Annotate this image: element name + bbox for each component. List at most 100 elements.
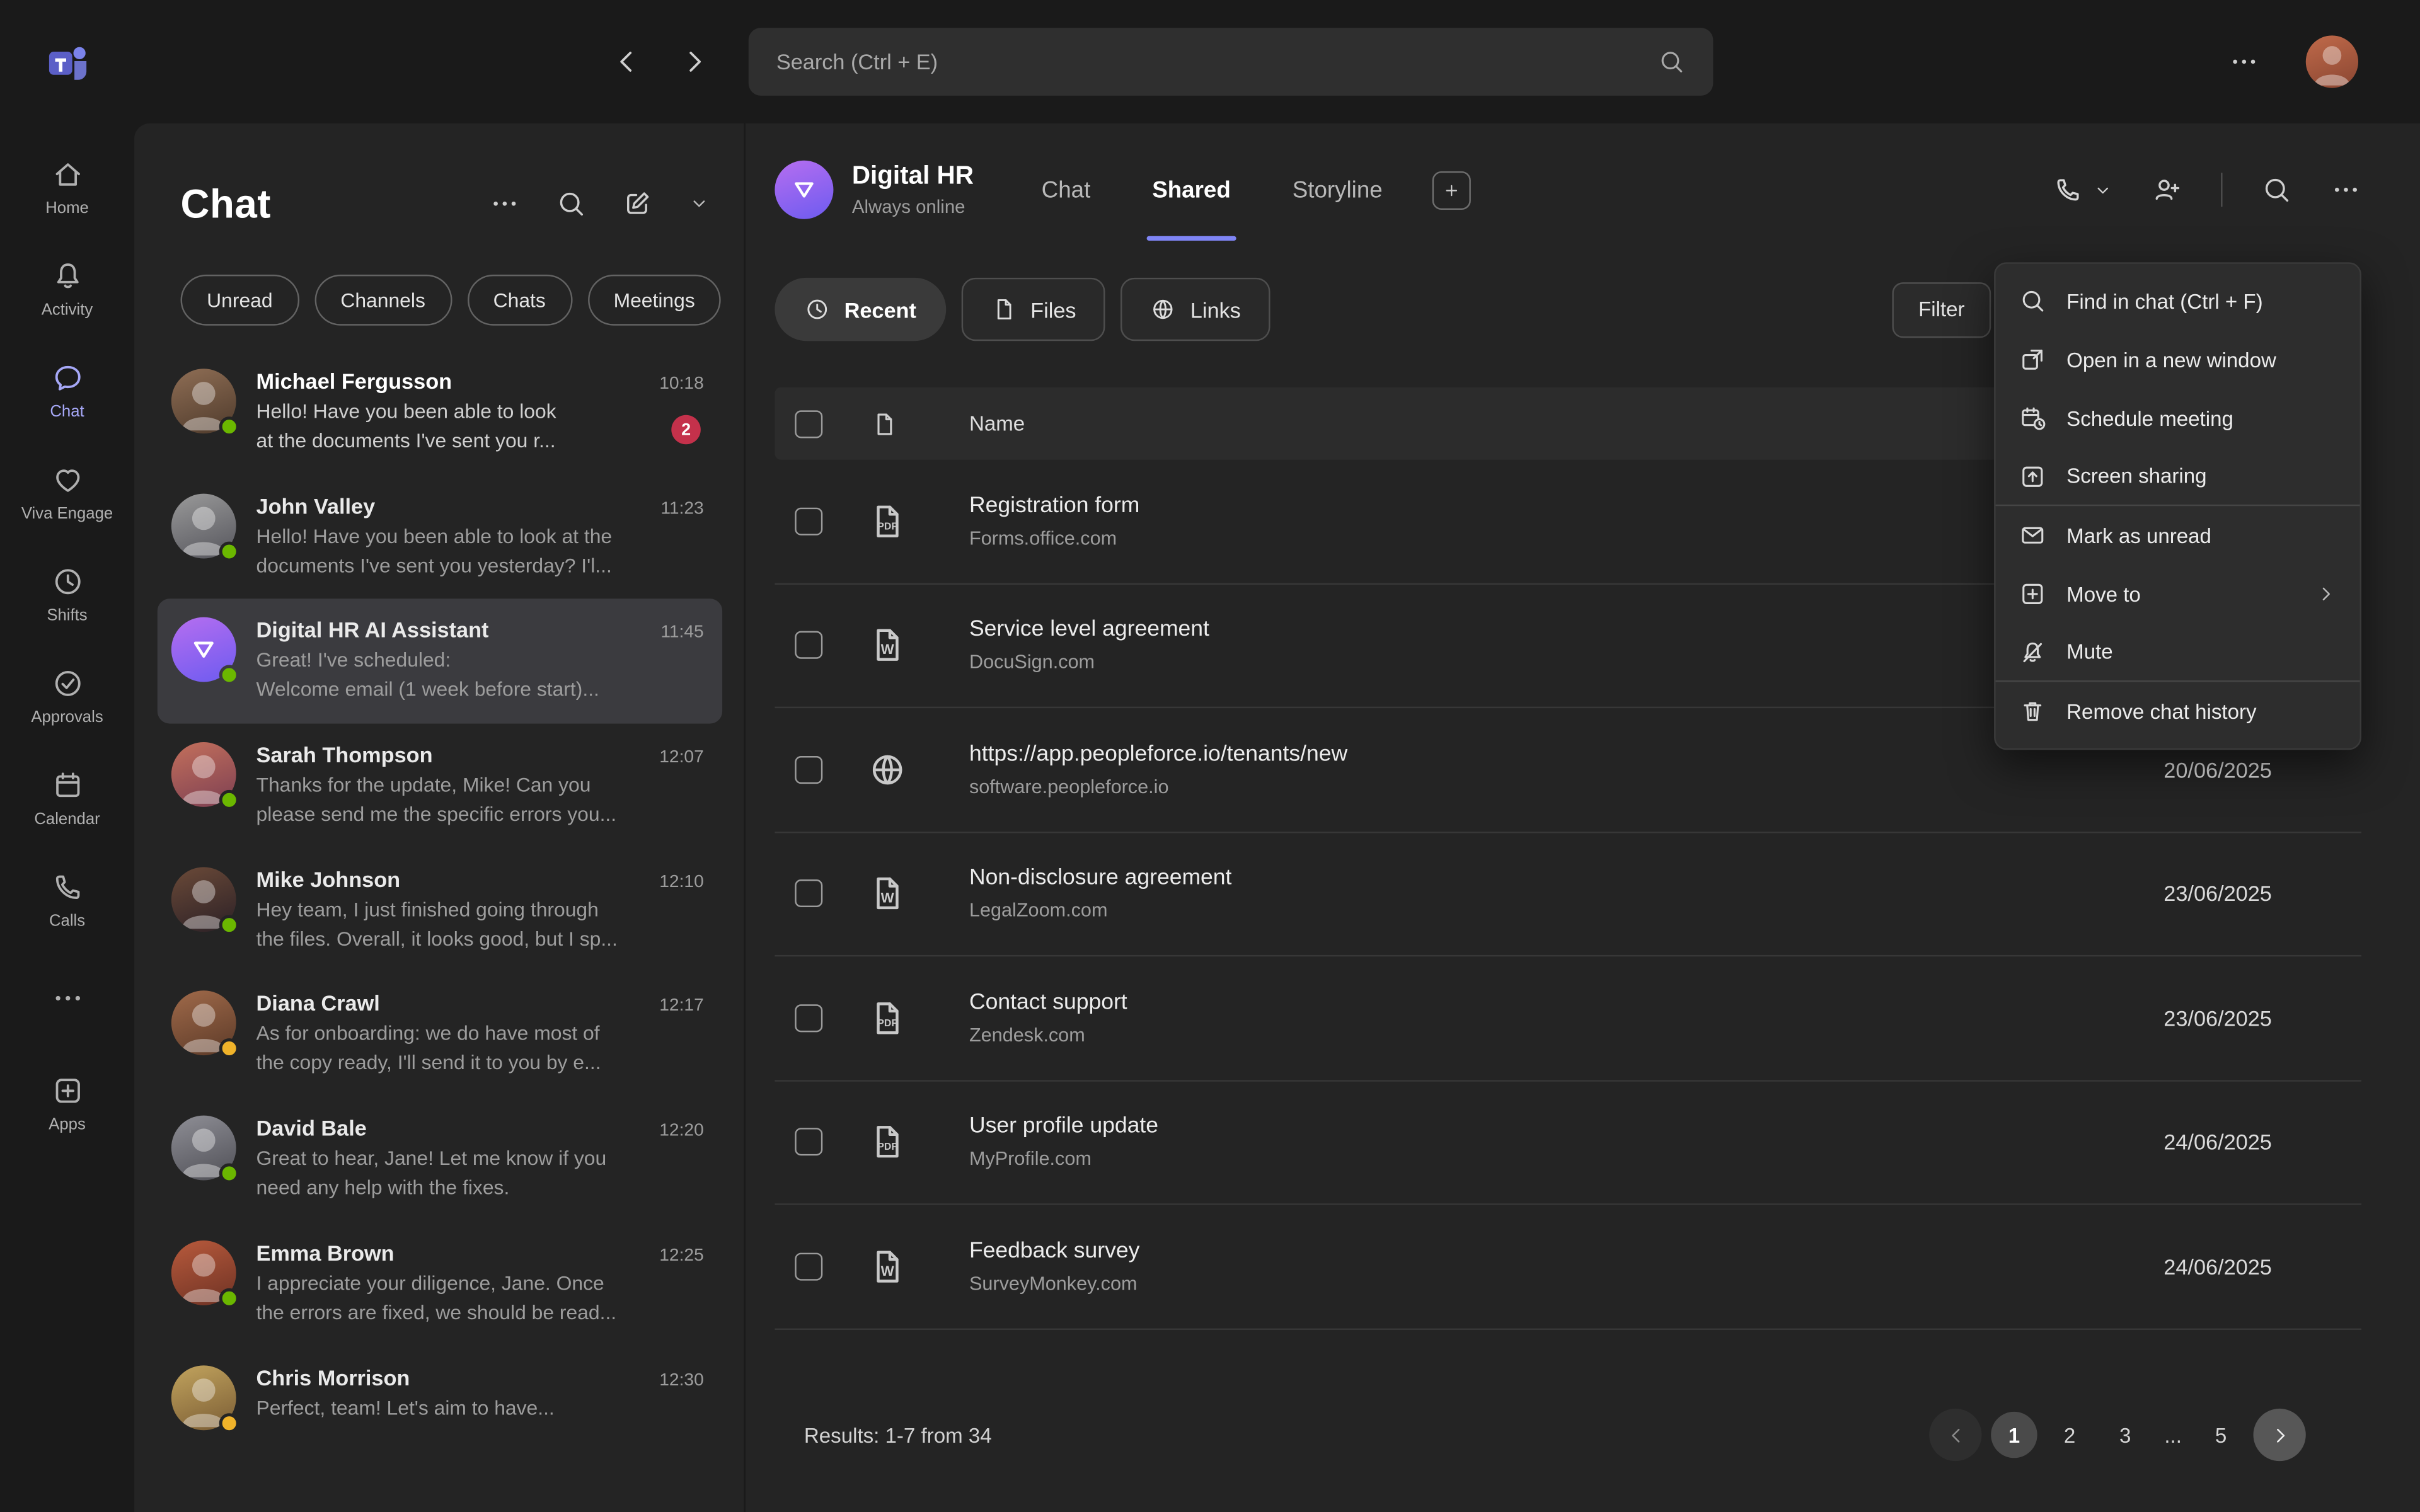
conversation-time: 12:30 xyxy=(647,1371,704,1389)
context-menu-item[interactable]: Screen sharing xyxy=(1996,447,2360,506)
chat-expand-button[interactable] xyxy=(688,193,710,214)
rail-item[interactable]: Approvals xyxy=(0,645,134,747)
next-page-button[interactable] xyxy=(2254,1409,2306,1461)
user-avatar[interactable] xyxy=(2306,35,2358,88)
presence-dot xyxy=(219,1288,239,1308)
search-icon xyxy=(556,188,587,219)
forward-button[interactable] xyxy=(677,45,712,79)
row-checkbox[interactable] xyxy=(795,1128,822,1156)
row-checkbox[interactable] xyxy=(795,507,822,535)
rail-item[interactable]: Shifts xyxy=(0,543,134,645)
file-source: MyProfile.com xyxy=(969,1148,2041,1170)
rail-item[interactable]: Calls xyxy=(0,849,134,951)
page-number[interactable]: 1 xyxy=(1991,1412,2037,1458)
topbar-more-button[interactable] xyxy=(2228,46,2259,77)
conversation-time: 12:10 xyxy=(647,873,704,891)
chat-title: Digital HR xyxy=(852,162,974,192)
filter-button[interactable]: Filter xyxy=(1892,282,1991,337)
back-button[interactable] xyxy=(609,45,643,79)
context-menu-item[interactable]: Schedule meeting xyxy=(1996,389,2360,447)
avatar xyxy=(171,1365,236,1429)
chat-avatar[interactable] xyxy=(775,161,833,219)
rail-item[interactable]: Home xyxy=(0,136,134,238)
filter-pill[interactable]: Meetings xyxy=(587,275,721,326)
rail-item[interactable]: Calendar xyxy=(0,747,134,849)
row-checkbox[interactable] xyxy=(795,1004,822,1032)
chat-panel-title: Chat xyxy=(181,180,271,227)
context-menu-item[interactable]: Open in a new window xyxy=(1996,330,2360,389)
file-name[interactable]: Non-disclosure agreement xyxy=(969,866,2041,890)
chat-list-item[interactable]: Mike Johnson 12:10 Hey team, I just fini… xyxy=(158,848,722,973)
page-number[interactable]: 2 xyxy=(2046,1412,2092,1458)
table-row[interactable]: PDF Contact support Zendesk.com 23/06/20… xyxy=(775,956,2361,1080)
chat-list-item[interactable]: John Valley 11:23 Hello! Have you been a… xyxy=(158,475,722,600)
menu-item-label: Move to xyxy=(2066,582,2141,605)
rail-item[interactable]: Viva Engage xyxy=(0,441,134,543)
tab[interactable]: Storyline xyxy=(1289,123,1386,256)
call-button[interactable] xyxy=(2053,175,2113,205)
chat-search-button[interactable] xyxy=(556,188,587,219)
links-button[interactable]: Links xyxy=(1121,278,1270,341)
context-menu-item[interactable]: Move to xyxy=(1996,564,2360,623)
row-checkbox[interactable] xyxy=(795,880,822,908)
presence-dot xyxy=(219,1412,239,1433)
file-name[interactable]: https://app.peopleforce.io/tenants/new xyxy=(969,742,2041,766)
table-row[interactable]: PDF User profile update MyProfile.com 24… xyxy=(775,1081,2361,1205)
conversation-preview: As for onboarding: we do have most of th… xyxy=(256,1021,704,1079)
files-button[interactable]: Files xyxy=(961,278,1105,341)
filter-pill[interactable]: Chats xyxy=(467,275,572,326)
row-checkbox[interactable] xyxy=(795,755,822,783)
context-menu-item[interactable]: Mark as unread xyxy=(1996,506,2360,564)
page-number[interactable]: 5 xyxy=(2198,1412,2244,1458)
add-people-button[interactable] xyxy=(2152,175,2182,205)
filter-pill[interactable]: Channels xyxy=(314,275,452,326)
global-search-input[interactable] xyxy=(776,49,1642,74)
context-menu-item[interactable]: Mute xyxy=(1996,623,2360,682)
global-search[interactable] xyxy=(749,28,1714,96)
add-tab-button[interactable] xyxy=(1432,171,1470,209)
rail-item[interactable]: Chat xyxy=(0,340,134,442)
file-name[interactable]: Feedback survey xyxy=(969,1239,2041,1263)
top-bar xyxy=(134,0,2420,123)
rail-item[interactable] xyxy=(0,951,134,1053)
chat-list-item[interactable]: Chris Morrison 12:30 Perfect, team! Let'… xyxy=(158,1346,722,1448)
chat-list-item[interactable]: Michael Fergusson 10:18 Hello! Have you … xyxy=(158,350,722,475)
file-name[interactable]: User profile update xyxy=(969,1114,2041,1139)
chat-list-item[interactable]: Digital HR AI Assistant 11:45 Great! I'v… xyxy=(158,599,722,724)
chat-list-item[interactable]: Sarah Thompson 12:07 Thanks for the upda… xyxy=(158,724,722,849)
conversation-name: Sarah Thompson xyxy=(256,742,433,767)
select-all-checkbox[interactable] xyxy=(795,410,822,437)
more-horizontal-icon xyxy=(489,188,520,219)
context-menu-item[interactable]: Remove chat history xyxy=(1996,682,2360,740)
rail-item-label: Apps xyxy=(49,1114,86,1133)
rail-item-label: Calendar xyxy=(34,809,100,827)
file-name[interactable]: Registration form xyxy=(969,493,2041,518)
chat-options-button[interactable] xyxy=(2331,175,2361,205)
rail-item[interactable]: Apps xyxy=(0,1052,134,1154)
row-checkbox[interactable] xyxy=(795,1252,822,1280)
table-row[interactable]: W Non-disclosure agreement LegalZoom.com… xyxy=(775,832,2361,956)
row-checkbox[interactable] xyxy=(795,631,822,659)
page-number[interactable]: 3 xyxy=(2102,1412,2148,1458)
file-name[interactable]: Service level agreement xyxy=(969,617,2041,642)
tab[interactable]: Chat xyxy=(1039,123,1093,256)
chat-more-options-button[interactable] xyxy=(489,188,520,219)
chat-list-item[interactable]: David Bale 12:20 Great to hear, Jane! Le… xyxy=(158,1097,722,1222)
rail-item-label: Viva Engage xyxy=(21,504,113,522)
rail-item[interactable]: Activity xyxy=(0,238,134,340)
filter-pill[interactable]: Unread xyxy=(181,275,299,326)
recent-button[interactable]: Recent xyxy=(775,278,945,341)
file-date: 23/06/2025 xyxy=(2041,1005,2272,1030)
file-type-icon xyxy=(867,750,908,790)
file-name[interactable]: Contact support xyxy=(969,990,2041,1015)
new-chat-button[interactable] xyxy=(622,188,653,219)
rail-item-icon xyxy=(50,258,84,292)
find-in-chat-button[interactable] xyxy=(2261,175,2292,205)
tab[interactable]: Shared xyxy=(1149,123,1233,256)
chat-list-item[interactable]: Emma Brown 12:25 I appreciate your dilig… xyxy=(158,1222,722,1346)
previous-page-button[interactable] xyxy=(1929,1409,1981,1461)
context-menu-item[interactable]: Find in chat (Ctrl + F) xyxy=(1996,272,2360,330)
chat-list-item[interactable]: Diana Crawl 12:17 As for onboarding: we … xyxy=(158,973,722,1097)
page-number[interactable]: ... xyxy=(2158,1412,2189,1458)
table-row[interactable]: W Feedback survey SurveyMonkey.com 24/06… xyxy=(775,1205,2361,1329)
